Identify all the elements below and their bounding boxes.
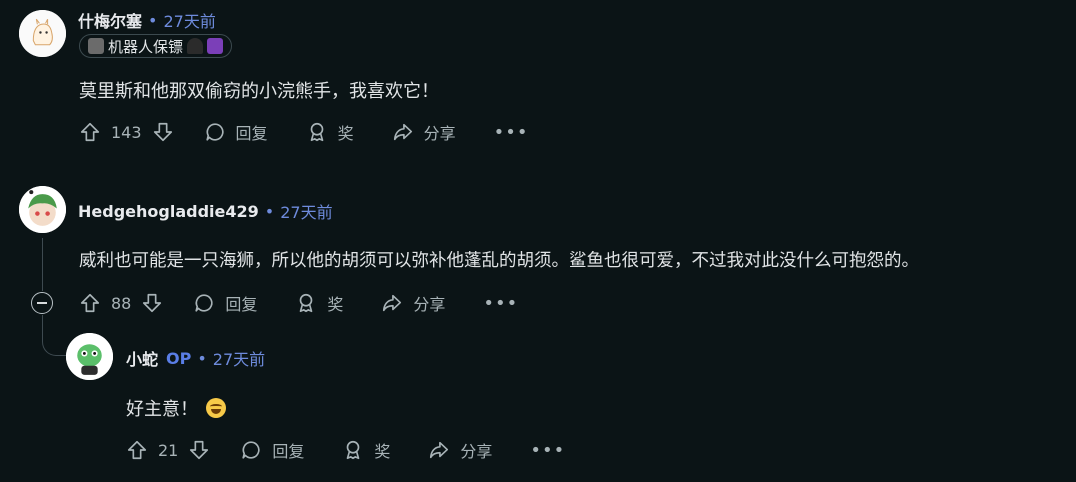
comment-header: 什梅尔塞 • 27天前 bbox=[78, 8, 216, 32]
vote-group: 21 bbox=[126, 439, 210, 461]
share-button[interactable]: 分享 bbox=[428, 438, 492, 462]
share-button[interactable]: 分享 bbox=[381, 291, 445, 315]
share-label: 分享 bbox=[460, 442, 493, 461]
comment-body: 好主意！ bbox=[126, 395, 226, 421]
reply-button[interactable]: 回复 bbox=[204, 120, 268, 144]
share-label: 分享 bbox=[423, 124, 456, 143]
separator-dot: • bbox=[264, 201, 275, 221]
share-icon bbox=[381, 292, 403, 314]
upvote-icon[interactable] bbox=[126, 439, 148, 461]
comment-body: 莫里斯和他那双偷窃的小浣熊手，我喜欢它！ bbox=[79, 81, 439, 102]
user-flair: 机器人保镖 bbox=[79, 34, 233, 58]
separator-dot: • bbox=[197, 348, 207, 368]
comment-actions: 143 回复 奖 分享 ••• bbox=[79, 118, 528, 146]
vote-count: 21 bbox=[158, 440, 179, 460]
upvote-icon[interactable] bbox=[79, 121, 101, 143]
avatar-snoo-image bbox=[19, 186, 66, 233]
downvote-icon[interactable] bbox=[141, 292, 163, 314]
award-label: 奖 bbox=[374, 442, 391, 461]
avatar[interactable] bbox=[19, 10, 66, 57]
more-options-button[interactable]: ••• bbox=[483, 293, 518, 314]
more-options-button[interactable]: ••• bbox=[494, 122, 529, 143]
vote-group: 143 bbox=[79, 121, 174, 143]
avatar-llama-image bbox=[19, 10, 66, 57]
collapse-thread-button[interactable] bbox=[31, 292, 53, 314]
separator-dot: • bbox=[148, 10, 158, 30]
avatar[interactable] bbox=[66, 333, 113, 380]
vote-group: 88 bbox=[79, 292, 163, 314]
award-button[interactable]: 奖 bbox=[295, 291, 343, 315]
more-options-button[interactable]: ••• bbox=[530, 440, 565, 461]
share-icon bbox=[428, 439, 450, 461]
grinning-face-icon bbox=[206, 398, 226, 418]
reply-label: 回复 bbox=[235, 124, 268, 143]
timestamp[interactable]: 27天前 bbox=[163, 8, 215, 32]
reply-label: 回复 bbox=[272, 442, 305, 461]
award-icon bbox=[306, 121, 328, 143]
share-label: 分享 bbox=[413, 295, 446, 314]
comment-header: Hedgehogladdie429 • 27天前 bbox=[78, 199, 333, 223]
collapse-icon bbox=[37, 302, 47, 304]
timestamp[interactable]: 27天前 bbox=[213, 346, 265, 370]
thread-line[interactable] bbox=[42, 238, 43, 291]
avatar[interactable] bbox=[19, 186, 66, 233]
avatar-snake-image bbox=[66, 333, 113, 380]
timestamp[interactable]: 27天前 bbox=[280, 199, 332, 223]
reply-icon bbox=[193, 292, 215, 314]
award-label: 奖 bbox=[327, 295, 344, 314]
comment-actions: 21 回复 奖 分享 ••• bbox=[126, 436, 565, 464]
reply-button[interactable]: 回复 bbox=[240, 438, 304, 462]
award-icon bbox=[295, 292, 317, 314]
award-button[interactable]: 奖 bbox=[306, 120, 354, 144]
username[interactable]: 小蛇 bbox=[126, 346, 158, 370]
username[interactable]: 什梅尔塞 bbox=[78, 8, 142, 32]
upvote-icon[interactable] bbox=[79, 292, 101, 314]
downvote-icon[interactable] bbox=[188, 439, 210, 461]
thread-connector bbox=[42, 315, 67, 356]
award-button[interactable]: 奖 bbox=[342, 438, 390, 462]
downvote-icon[interactable] bbox=[152, 121, 174, 143]
robot-flair-icon bbox=[88, 38, 104, 54]
username[interactable]: Hedgehogladdie429 bbox=[78, 202, 259, 221]
wizard-flair-icon bbox=[207, 38, 224, 54]
reply-label: 回复 bbox=[225, 295, 258, 314]
reply-button[interactable]: 回复 bbox=[193, 291, 257, 315]
award-icon bbox=[342, 439, 364, 461]
flair-text: 机器人保镖 bbox=[108, 37, 184, 56]
comment-body: 威利也可能是一只海狮，所以他的胡须可以弥补他蓬乱的胡须。鲨鱼也很可爱，不过我对此… bbox=[79, 251, 919, 271]
comment-actions: 88 回复 奖 分享 ••• bbox=[79, 289, 518, 317]
vote-count: 143 bbox=[111, 122, 142, 142]
comment-body-text: 好主意！ bbox=[126, 399, 198, 420]
comment-header: 小蛇 OP • 27天前 bbox=[126, 346, 265, 370]
reply-icon bbox=[240, 439, 262, 461]
hat-flair-icon bbox=[187, 38, 204, 54]
vote-count: 88 bbox=[111, 293, 132, 313]
op-badge: OP bbox=[166, 348, 192, 368]
reply-icon bbox=[204, 121, 226, 143]
share-button[interactable]: 分享 bbox=[392, 120, 456, 144]
award-label: 奖 bbox=[337, 124, 354, 143]
share-icon bbox=[392, 121, 414, 143]
